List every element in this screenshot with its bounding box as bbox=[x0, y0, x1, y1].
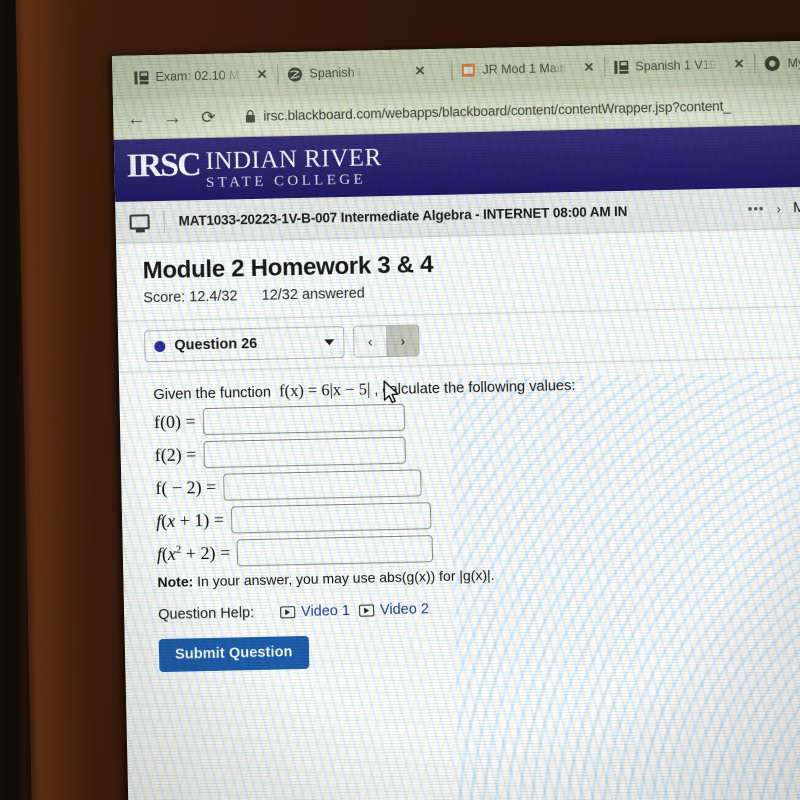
prev-question-button[interactable]: ‹ bbox=[353, 326, 387, 357]
divider bbox=[163, 210, 165, 233]
video-icon bbox=[279, 606, 296, 619]
video-link-label: Video 2 bbox=[379, 601, 430, 619]
prompt-suffix: , calculate the following values: bbox=[374, 377, 576, 399]
lock-icon bbox=[245, 110, 255, 123]
submit-question-button[interactable]: Submit Question bbox=[158, 635, 309, 673]
chevron-right-icon: › bbox=[776, 199, 782, 217]
chevron-down-icon bbox=[324, 339, 335, 346]
irsc-logo[interactable]: IRSC INDIAN RIVER STATE COLLEGE bbox=[126, 143, 382, 192]
answer-row-label: f(0) = bbox=[153, 411, 196, 433]
address-bar[interactable]: irsc.blackboard.com/webapps/blackboard/c… bbox=[233, 89, 800, 131]
question-status-dot bbox=[154, 340, 166, 352]
score-value: Score: 12.4/32 bbox=[143, 288, 238, 307]
browser-tab[interactable]: Spanish I ✕ bbox=[277, 49, 452, 97]
prompt-prefix: Given the function bbox=[153, 384, 272, 404]
answer-row-label: f(x + 1) = bbox=[155, 509, 225, 532]
globe-icon bbox=[287, 67, 302, 82]
answer-row-label: f(x2 + 2) = bbox=[156, 542, 231, 565]
function-definition: f(x) = 6|x − 5| bbox=[278, 379, 371, 401]
circle-icon bbox=[765, 56, 781, 72]
answer-input-fx1[interactable] bbox=[230, 502, 432, 534]
question-select[interactable]: Question 26 bbox=[143, 326, 345, 363]
document-icon bbox=[134, 70, 149, 85]
browser-tab[interactable]: Spanish 1 V19 ✕ bbox=[604, 42, 755, 89]
laptop-screen: Exam: 02.10 M ✕ Spanish I ✕ JR Mod 1 Mai… bbox=[112, 39, 800, 800]
browser-tab[interactable]: JR Mod 1 Main ✕ bbox=[451, 45, 605, 92]
browser-tab[interactable]: Exam: 02.10 M ✕ bbox=[124, 52, 278, 99]
college-name-line1: INDIAN RIVER bbox=[205, 144, 382, 176]
browser-tab[interactable]: My Ap bbox=[754, 40, 800, 86]
browser-tab-title: Spanish 1 V19 bbox=[635, 57, 717, 74]
note-prefix: Note: bbox=[157, 573, 194, 591]
video-link-2[interactable]: Video 2 bbox=[358, 601, 430, 619]
url-text: irsc.blackboard.com/webapps/blackboard/c… bbox=[263, 98, 731, 124]
document-icon bbox=[614, 60, 629, 74]
tab-close-icon[interactable]: ✕ bbox=[583, 59, 594, 75]
irsc-wordmark: IRSC bbox=[126, 146, 201, 185]
answer-input-f-neg2[interactable] bbox=[222, 469, 422, 501]
question-select-label: Question 26 bbox=[174, 335, 258, 354]
answered-count: 12/32 answered bbox=[261, 285, 365, 304]
answer-input-f2[interactable] bbox=[203, 436, 406, 469]
video-link-label: Video 1 bbox=[300, 602, 351, 621]
next-question-button[interactable]: › bbox=[385, 325, 419, 357]
browser-tab-title: JR Mod 1 Main bbox=[482, 61, 567, 77]
question-body: Given the function f(x) = 6|x − 5|, calc… bbox=[119, 356, 800, 673]
breadcrumb-module[interactable]: Module 2 bbox=[793, 198, 800, 216]
college-name-line2: STATE COLLEGE bbox=[205, 171, 367, 191]
photo-scene: Exam: 02.10 M ✕ Spanish I ✕ JR Mod 1 Mai… bbox=[0, 0, 800, 800]
browser-tab-title: Spanish I bbox=[309, 65, 362, 81]
question-prev-next[interactable]: ‹ › bbox=[352, 324, 420, 358]
breadcrumb-overflow-icon[interactable]: ••• bbox=[748, 201, 765, 216]
answer-input-fx2plus2[interactable] bbox=[236, 535, 434, 567]
breadcrumb-course[interactable]: MAT1033-20223-1V-B-007 Intermediate Alge… bbox=[178, 204, 627, 229]
reload-icon[interactable]: ⟳ bbox=[197, 108, 219, 127]
tab-close-icon[interactable]: ✕ bbox=[256, 67, 267, 83]
tab-close-icon[interactable]: ✕ bbox=[414, 63, 425, 79]
video-icon bbox=[358, 604, 375, 617]
question-help-label: Question Help: bbox=[158, 605, 255, 624]
note-text: In your answer, you may use abs(g(x)) fo… bbox=[193, 566, 495, 590]
back-icon[interactable]: ← bbox=[125, 108, 147, 129]
assignment-page: Module 2 Homework 3 & 4 Score: 12.4/32 1… bbox=[116, 227, 800, 673]
video-link-1[interactable]: Video 1 bbox=[279, 602, 351, 621]
answer-input-f0[interactable] bbox=[202, 403, 405, 436]
course-content-icon[interactable] bbox=[129, 214, 150, 230]
answer-row-label: f( − 2) = bbox=[155, 476, 217, 499]
forward-icon[interactable]: → bbox=[161, 107, 183, 128]
browser-tab-title: My Ap bbox=[787, 55, 800, 71]
tab-close-icon[interactable]: ✕ bbox=[733, 56, 744, 72]
answer-row-label: f(2) = bbox=[154, 444, 197, 466]
question-help: Question Help: Video 1 Video 2 bbox=[158, 591, 800, 623]
square-icon bbox=[461, 63, 476, 77]
browser-tab-title: Exam: 02.10 M bbox=[155, 68, 240, 85]
